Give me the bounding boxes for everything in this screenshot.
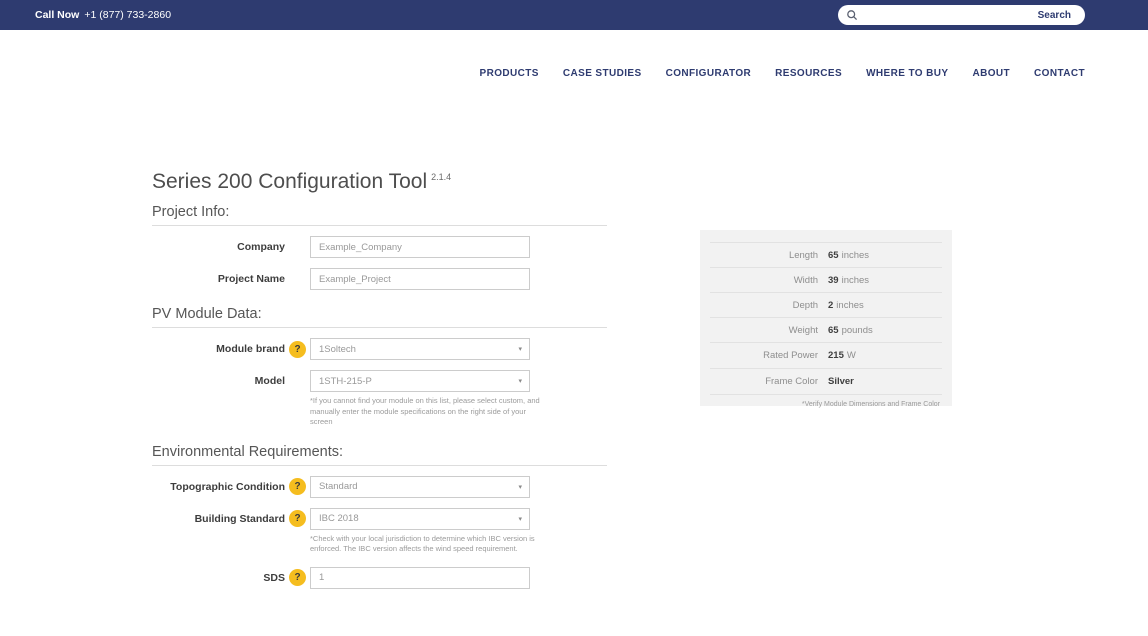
spec-unit: inches	[841, 274, 870, 286]
building-standard-label: Building Standard	[194, 512, 285, 525]
company-row: Company	[152, 236, 607, 258]
topographic-condition-row: Topographic Condition ? Standard ▾	[152, 475, 607, 498]
building-standard-select[interactable]: IBC 2018 ▾	[310, 507, 530, 530]
spec-label: Rated Power	[763, 350, 818, 361]
model-value: 1STH-215-P	[319, 375, 372, 387]
nav-item-about[interactable]: ABOUT	[972, 68, 1010, 79]
help-icon[interactable]: ?	[289, 340, 306, 358]
spec-label: Weight	[788, 324, 818, 336]
search-input[interactable]	[858, 9, 1034, 21]
module-brand-label: Module brand	[216, 343, 285, 355]
version-badge: 2.1.4	[431, 172, 452, 182]
spec-row-width: Width 39 inches	[710, 267, 942, 292]
nav-item-resources[interactable]: RESOURCES	[775, 68, 842, 79]
spec-unit: inches	[836, 299, 864, 311]
spec-unit: pounds	[841, 324, 873, 336]
spec-number: 2	[828, 299, 834, 311]
company-label: Company	[237, 241, 285, 253]
chevron-down-icon: ▾	[518, 515, 522, 523]
help-icon[interactable]: ?	[289, 510, 306, 527]
module-brand-select[interactable]: 1Soltech ▾	[310, 338, 530, 360]
spec-label: Depth	[792, 299, 818, 311]
spec-number: 39	[828, 274, 839, 286]
model-label: Model	[254, 375, 285, 387]
project-name-row: Project Name	[152, 268, 607, 290]
topographic-condition-select[interactable]: Standard ▾	[310, 475, 530, 498]
nav-item-products[interactable]: PRODUCTS	[480, 68, 539, 79]
spec-number: 65	[828, 249, 839, 261]
search-icon	[846, 9, 858, 21]
call-now-label: Call Now	[35, 9, 80, 21]
help-icon[interactable]: ?	[289, 569, 306, 586]
spec-value: 65 inches	[828, 250, 869, 261]
sds-field[interactable]	[310, 566, 530, 589]
chevron-down-icon: ▾	[518, 378, 522, 385]
building-standard-help-note: *Check with your local jurisdiction to d…	[310, 533, 535, 554]
project-name-label: Project Name	[217, 273, 285, 285]
spec-row-depth: Depth 2 inches	[710, 292, 942, 317]
nav-item-case-studies[interactable]: CASE STUDIES	[563, 68, 642, 79]
configurator-form: Series 200 Configuration Tool 2.1.4 Proje…	[152, 170, 607, 589]
spec-value: 215 W	[828, 350, 856, 361]
building-standard-row: Building Standard ? IBC 2018 ▾	[152, 507, 607, 530]
spec-value: 65 pounds	[828, 325, 873, 336]
spec-row-rated-power: Rated Power 215 W	[710, 342, 942, 368]
module-brand-row: Module brand ? 1Soltech ▾	[152, 338, 607, 360]
nav-item-configurator[interactable]: CONFIGURATOR	[666, 68, 752, 79]
spec-row-frame-color: Frame Color Silver	[710, 368, 942, 394]
spec-value: 2 inches	[828, 300, 864, 311]
section-pv-module-data: PV Module Data:	[152, 306, 607, 328]
spec-row-length: Length 65 inches	[710, 242, 942, 267]
section-project-info: Project Info:	[152, 204, 607, 226]
topographic-condition-value: Standard	[319, 481, 358, 492]
nav-item-where-to-buy[interactable]: WHERE TO BUY	[866, 68, 948, 79]
spec-number: 215	[828, 350, 844, 361]
phone-number[interactable]: +1 (877) 733-2860	[84, 9, 171, 21]
building-standard-value: IBC 2018	[319, 513, 359, 524]
specs-footnote: *Verify Module Dimensions and Frame Colo…	[710, 394, 942, 408]
chevron-down-icon: ▾	[518, 483, 522, 491]
spec-unit: inches	[841, 249, 870, 261]
module-specs-panel: Length 65 inches Width 39 inches Depth 2 in…	[700, 230, 952, 408]
spec-value: Silver	[828, 376, 857, 387]
model-select[interactable]: 1STH-215-P ▾	[310, 370, 530, 392]
spec-number: Silver	[828, 376, 854, 387]
model-help-note: *If you cannot find your module on this …	[310, 396, 540, 426]
module-brand-value: 1Soltech	[319, 343, 356, 355]
main-nav: PRODUCTS CASE STUDIES CONFIGURATOR RESOU…	[480, 68, 1085, 79]
spec-label: Length	[788, 249, 818, 261]
chevron-down-icon: ▾	[518, 346, 522, 353]
search-button[interactable]: Search	[1034, 10, 1081, 21]
spec-number: 65	[828, 324, 839, 336]
spec-row-weight: Weight 65 pounds	[710, 317, 942, 342]
top-bar: Call Now +1 (877) 733-2860 Search	[0, 0, 1148, 30]
spec-unit: W	[846, 350, 856, 361]
spec-value: 39 inches	[828, 275, 869, 286]
sds-label: SDS	[263, 571, 285, 584]
spec-label: Width	[793, 274, 818, 286]
search-bar[interactable]: Search	[838, 5, 1085, 25]
help-icon[interactable]: ?	[289, 478, 306, 495]
nav-item-contact[interactable]: CONTACT	[1034, 68, 1085, 79]
section-environmental: Environmental Requirements:	[152, 444, 607, 466]
topographic-condition-label: Topographic Condition	[170, 480, 285, 493]
page-title-text: Series 200 Configuration Tool	[152, 170, 428, 193]
model-row: Model 1STH-215-P ▾	[152, 370, 607, 392]
company-field[interactable]	[310, 236, 530, 258]
sds-row: SDS ?	[152, 566, 607, 589]
page-title: Series 200 Configuration Tool 2.1.4	[152, 170, 607, 194]
spec-label: Frame Color	[765, 376, 818, 387]
call-now: Call Now +1 (877) 733-2860	[35, 0, 171, 30]
project-name-field[interactable]	[310, 268, 530, 290]
